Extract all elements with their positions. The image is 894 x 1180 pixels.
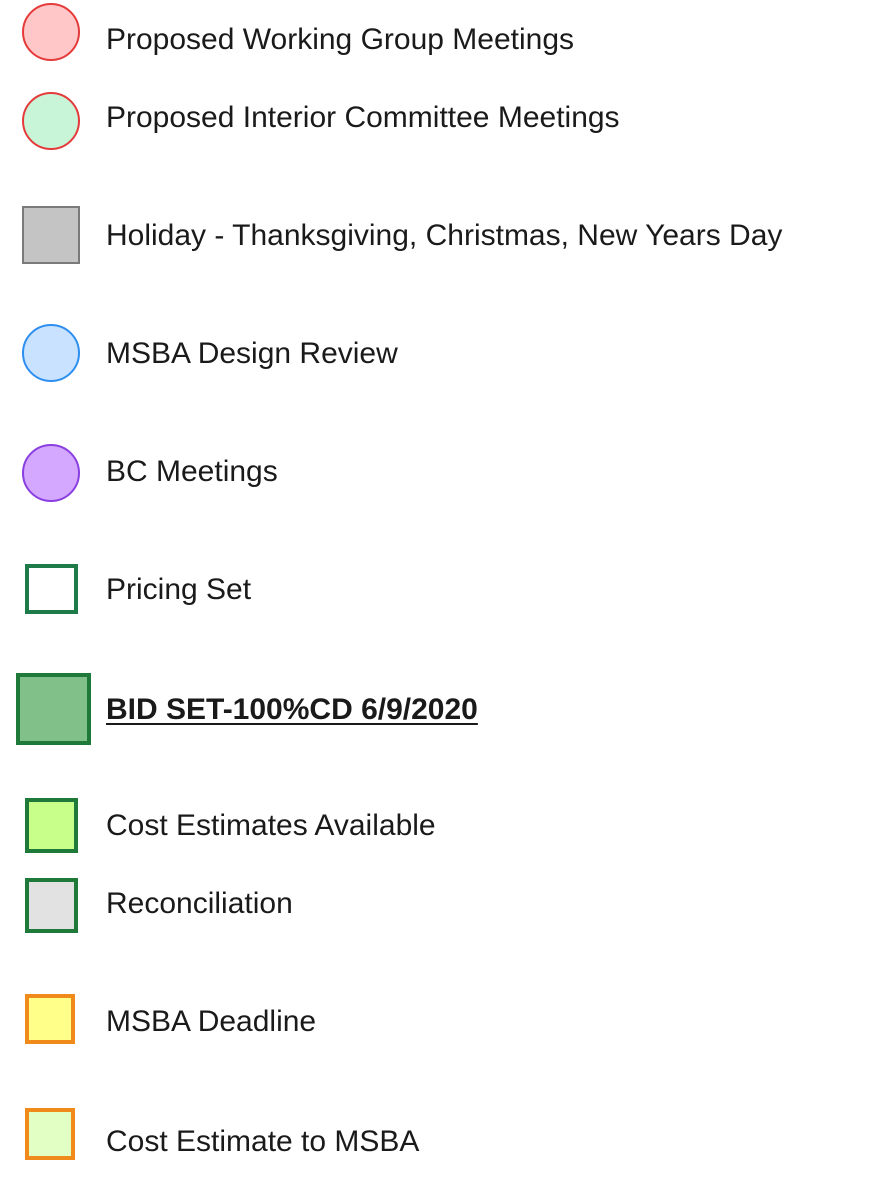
legend-label: Pricing Set — [106, 573, 252, 606]
legend-item-cost-estimate-to-msba: Cost Estimate to MSBA — [0, 1100, 894, 1180]
lime-square-icon — [25, 798, 78, 853]
white-square-icon — [25, 564, 78, 614]
legend-label: Proposed Interior Committee Meetings — [106, 101, 620, 134]
legend-label: Cost Estimate to MSBA — [106, 1125, 420, 1158]
light-gray-square-icon — [25, 878, 78, 933]
legend-item-interior-committee-meetings: Proposed Interior Committee Meetings — [0, 78, 894, 158]
legend-label: BID SET-100%CD 6/9/2020 — [106, 693, 478, 726]
legend-label: MSBA Design Review — [106, 337, 398, 370]
legend-label: Reconciliation — [106, 887, 293, 920]
legend-item-holiday: Holiday - Thanksgiving, Christmas, New Y… — [0, 196, 894, 276]
gray-square-icon — [22, 206, 80, 264]
legend-label: Cost Estimates Available — [106, 809, 436, 842]
legend-item-msba-design-review: MSBA Design Review — [0, 314, 894, 394]
legend-item-cost-estimates-available: Cost Estimates Available — [0, 786, 894, 866]
yellow-square-icon — [25, 994, 75, 1044]
legend-label: BC Meetings — [106, 455, 278, 488]
blue-circle-icon — [22, 324, 80, 382]
legend-label: MSBA Deadline — [106, 1005, 317, 1038]
legend-item-msba-deadline: MSBA Deadline — [0, 982, 894, 1062]
legend-label: Proposed Working Group Meetings — [106, 23, 575, 56]
dark-green-square-icon — [16, 673, 91, 745]
legend-item-pricing-set: Pricing Set — [0, 550, 894, 630]
legend-item-bid-set: BID SET-100%CD 6/9/2020 — [0, 668, 894, 748]
legend-label: Holiday - Thanksgiving, Christmas, New Y… — [106, 219, 783, 252]
red-circle-icon — [22, 3, 80, 61]
purple-circle-icon — [22, 444, 80, 502]
legend-item-reconciliation: Reconciliation — [0, 864, 894, 944]
legend-item-working-group-meetings: Proposed Working Group Meetings — [0, 0, 894, 80]
green-circle-icon — [22, 92, 80, 150]
pale-green-square-icon — [25, 1108, 75, 1160]
legend-item-bc-meetings: BC Meetings — [0, 432, 894, 512]
